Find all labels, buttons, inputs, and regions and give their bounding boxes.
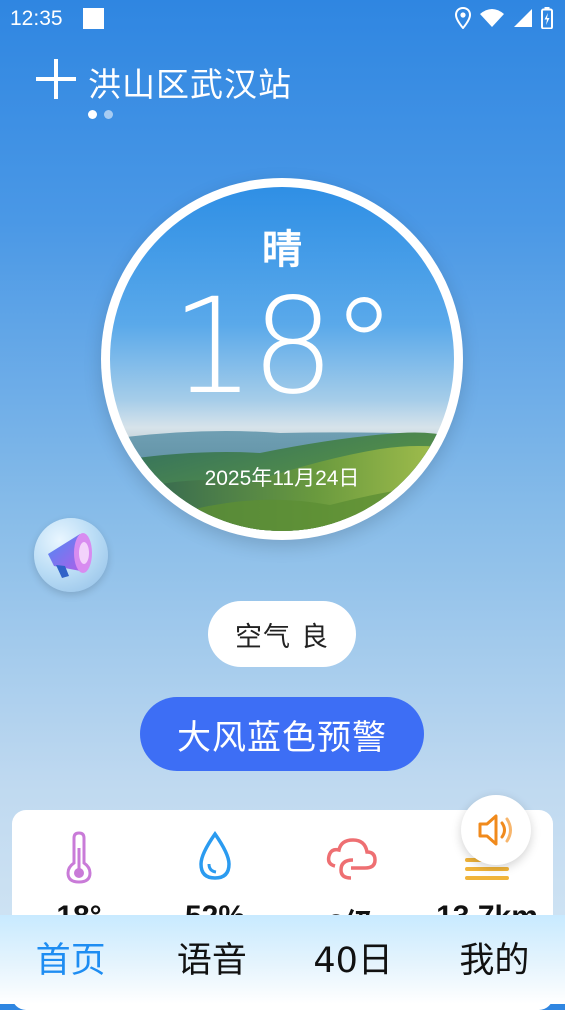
- weather-scene: 晴 18° 2025年11月24日: [110, 187, 454, 531]
- air-quality-badge[interactable]: 空气 良: [208, 601, 356, 667]
- page-indicator: [88, 110, 113, 119]
- humidity-drop-icon: [199, 830, 231, 880]
- bottom-nav: 首页 语音 40日 我的: [0, 915, 565, 1004]
- air-quality-label: 空气: [235, 621, 291, 653]
- current-temperature: 18°: [171, 270, 397, 424]
- thermometer-icon: [66, 831, 92, 884]
- speaker-icon: [478, 814, 512, 846]
- wind-icon: [326, 838, 377, 880]
- battery-icon: [541, 7, 553, 29]
- signal-icon: [514, 9, 532, 27]
- wifi-icon: [480, 9, 504, 27]
- weather-condition: 晴: [262, 227, 302, 273]
- tab-40-day[interactable]: 40日: [283, 915, 424, 1004]
- status-icons: [455, 6, 553, 30]
- sound-button[interactable]: [461, 795, 531, 865]
- weather-warning-button[interactable]: 大风蓝色预警: [140, 697, 424, 771]
- air-quality-level: 良: [301, 621, 329, 653]
- city-name[interactable]: 洪山区武汉站: [88, 58, 292, 106]
- location-icon: [455, 7, 471, 29]
- current-date: 2025年11月24日: [204, 467, 360, 490]
- tab-voice[interactable]: 语音: [141, 915, 282, 1004]
- voice-broadcast-button[interactable]: [34, 518, 108, 592]
- page-dot-active: [88, 110, 97, 119]
- tab-mine[interactable]: 我的: [424, 915, 565, 1004]
- tab-home[interactable]: 首页: [0, 915, 141, 1004]
- weather-circle[interactable]: 晴 18° 2025年11月24日: [101, 178, 463, 540]
- status-time: 12:35: [10, 7, 63, 30]
- add-city-button[interactable]: [34, 57, 78, 101]
- megaphone-icon: [48, 533, 92, 578]
- notification-icon: [83, 8, 104, 29]
- page-dot: [104, 110, 113, 119]
- status-bar: 12:35: [0, 0, 565, 38]
